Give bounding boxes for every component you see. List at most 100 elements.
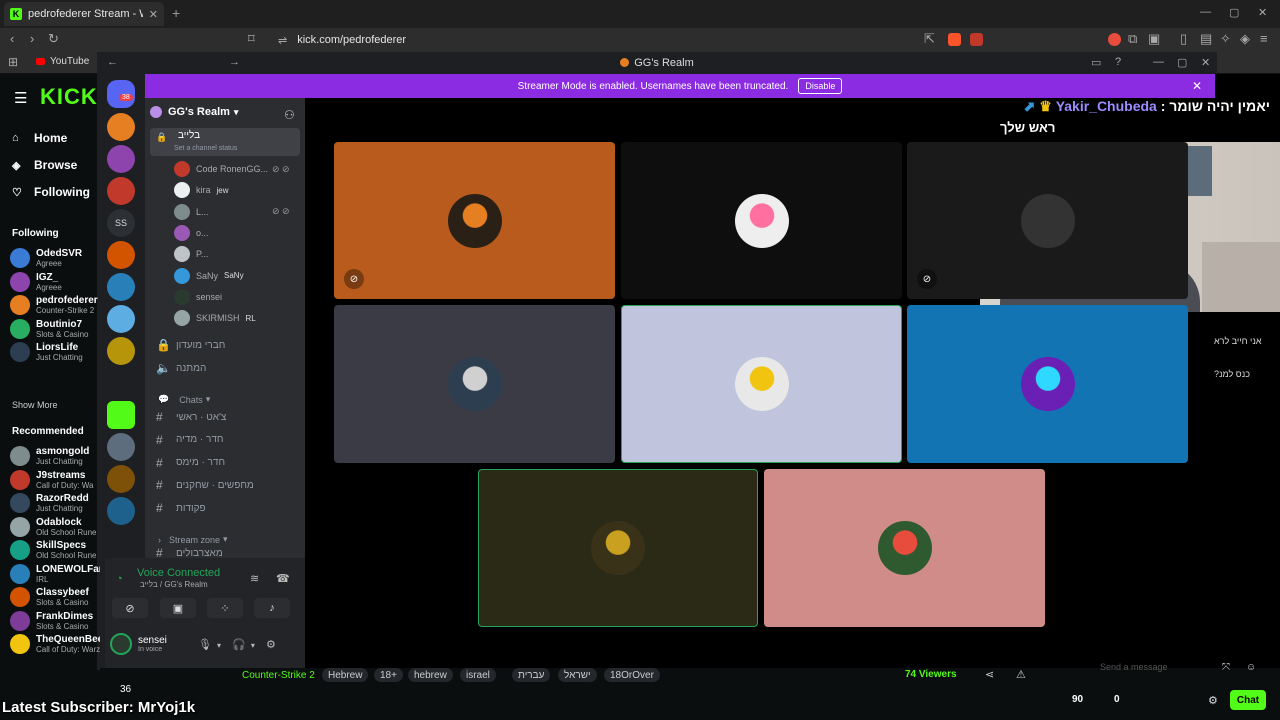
participant-tile[interactable] xyxy=(907,305,1188,463)
forward-icon[interactable]: › xyxy=(30,31,34,46)
new-tab-icon[interactable]: + xyxy=(172,5,180,21)
server-icon[interactable] xyxy=(107,337,135,365)
sidebar-channel[interactable]: IGZ_ Agreee xyxy=(10,271,100,292)
server-icon[interactable] xyxy=(107,305,135,333)
sidebar-channel[interactable]: Boutinio7 Slots & Casino xyxy=(10,318,100,339)
bookmark-icon[interactable]: ⌑ xyxy=(248,31,255,47)
sidebar-channel[interactable]: Odablock Old School Rune xyxy=(10,516,100,537)
stream-tag[interactable]: hebrew xyxy=(408,668,453,682)
text-channel[interactable]: # פקודות xyxy=(150,498,300,518)
voice-user[interactable]: Code RonenGG... ⊘ ⊘ xyxy=(174,159,300,179)
participant-tile[interactable] xyxy=(334,305,615,463)
chat-username[interactable]: Yakir_Chubeda xyxy=(1056,98,1157,114)
voice-channel[interactable]: 🔈 המתנה xyxy=(150,358,300,378)
noise-suppression-icon[interactable]: ≋ xyxy=(250,572,259,585)
active-voice-channel[interactable]: 🔒 בלייב Set a channel status xyxy=(150,128,300,156)
server-icon[interactable] xyxy=(107,273,135,301)
stream-tag[interactable]: ישראל xyxy=(558,668,597,682)
voice-user[interactable]: sensei xyxy=(174,287,300,307)
sidebar-channel[interactable]: Classybeef Slots & Casino xyxy=(10,587,100,607)
server-icon[interactable] xyxy=(107,465,135,493)
server-icon[interactable] xyxy=(107,241,135,269)
address-bar[interactable]: ⇌ kick.com/pedrofederer xyxy=(270,31,990,49)
stream-tag[interactable]: 18+ xyxy=(374,668,403,682)
text-channel[interactable]: # חדר · מדיה xyxy=(150,430,300,450)
text-channel[interactable]: # מחפשים · שחקנים xyxy=(150,475,300,495)
inbox-icon[interactable]: ▭ xyxy=(1091,56,1101,69)
help-icon[interactable]: ? xyxy=(1115,56,1121,68)
close-banner-icon[interactable]: ✕ xyxy=(1192,79,1202,93)
chevron-down-icon[interactable]: ▾ xyxy=(217,641,221,650)
participant-tile[interactable] xyxy=(764,469,1045,627)
brave-shield-icon[interactable] xyxy=(948,33,961,46)
voice-user[interactable]: o... xyxy=(174,223,300,243)
maximize-icon[interactable]: ▢ xyxy=(1229,6,1239,19)
minimize-icon[interactable]: — xyxy=(1200,6,1211,18)
stream-tag[interactable]: עברית xyxy=(512,668,551,682)
disconnect-icon[interactable]: ☎ xyxy=(276,572,290,585)
category-stream-zone[interactable]: › Stream zone ▾ xyxy=(158,534,228,545)
chevron-down-icon[interactable]: ▾ xyxy=(251,641,255,650)
close-window-icon[interactable]: ✕ xyxy=(1258,6,1267,19)
participant-tile[interactable] xyxy=(621,142,902,299)
extension-icon[interactable] xyxy=(1108,33,1121,46)
chat-send-button[interactable]: Chat xyxy=(1230,690,1266,710)
participant-tile[interactable] xyxy=(621,305,902,463)
sidebar-channel[interactable]: FrankDimes Slots & Casino xyxy=(10,610,100,631)
nav-browse[interactable]: ◈ Browse xyxy=(12,158,77,172)
participant-tile[interactable]: ⊘ xyxy=(334,142,615,299)
activities-button[interactable]: ⁘ xyxy=(207,598,243,618)
leo-ai-icon[interactable]: ✧ xyxy=(1220,31,1231,47)
category-chats[interactable]: 💬 Chats ▾ xyxy=(158,394,210,405)
emoji-icon[interactable]: ☺ xyxy=(1246,662,1256,673)
voice-connected-channel[interactable]: בלייב / GG's Realm xyxy=(140,580,208,589)
voice-user[interactable]: kira jew xyxy=(174,180,300,200)
participant-tile[interactable] xyxy=(478,469,758,627)
text-channel[interactable]: # חדר · מימס xyxy=(150,453,300,473)
sidebar-channel[interactable]: pedrofederer Counter-Strike 2 xyxy=(10,295,100,315)
stream-category-link[interactable]: Counter-Strike 2 xyxy=(242,670,315,681)
gift-count[interactable]: 0 xyxy=(1114,694,1120,705)
chat-input[interactable]: Send a message xyxy=(1070,662,1270,678)
command-icon[interactable]: ⤧ xyxy=(1222,662,1230,673)
tab-search-icon[interactable]: ▤ xyxy=(1200,31,1212,47)
channel-status[interactable]: Set a channel status xyxy=(174,145,237,152)
voice-user[interactable]: L... ⊘ ⊘ xyxy=(174,202,300,222)
sidebar-channel[interactable]: RazorRedd Just Chatting xyxy=(10,493,100,513)
server-icon[interactable] xyxy=(107,145,135,173)
wallet-icon[interactable]: ▣ xyxy=(1148,31,1160,47)
channel-points[interactable]: 90 xyxy=(1072,694,1083,705)
text-channel[interactable]: # צ'אט · ראשי xyxy=(150,407,300,427)
discord-close-icon[interactable]: ✕ xyxy=(1201,56,1210,69)
vpn-icon[interactable]: ◈ xyxy=(1240,31,1250,47)
sidebar-channel[interactable]: J9streams Call of Duty: Wa xyxy=(10,469,100,490)
discord-maximize-icon[interactable]: ▢ xyxy=(1177,56,1187,69)
disable-streamer-mode-button[interactable]: Disable xyxy=(798,78,843,94)
screen-share-button[interactable]: ▣ xyxy=(160,598,196,618)
browser-tab[interactable]: K pedrofederer Stream - Watch Li ✕ xyxy=(4,2,164,26)
extensions-puzzle-icon[interactable]: ⧉ xyxy=(1128,31,1137,47)
hamburger-menu-icon[interactable]: ☰ xyxy=(14,89,27,107)
stream-tag[interactable]: 18OrOver xyxy=(604,668,660,682)
add-member-icon[interactable]: ⚇ xyxy=(284,108,295,122)
back-icon[interactable]: ‹ xyxy=(10,31,14,46)
site-info-icon[interactable]: ⇌ xyxy=(278,34,287,47)
report-icon[interactable]: ⚠ xyxy=(1016,668,1026,681)
voice-connected-label[interactable]: Voice Connected xyxy=(137,567,220,579)
headphones-icon[interactable]: 🎧 xyxy=(232,639,246,651)
share-icon[interactable]: ⋖ xyxy=(985,668,994,681)
participant-tile[interactable]: ⊘ xyxy=(907,142,1188,299)
sidebar-channel[interactable]: asmongold Just Chatting xyxy=(10,446,100,466)
sidebar-channel[interactable]: OdedSVR Agreee xyxy=(10,248,100,268)
tab-close-icon[interactable]: ✕ xyxy=(149,8,158,21)
stream-tag[interactable]: Hebrew xyxy=(322,668,369,682)
sidebar-channel[interactable]: LiorsLife Just Chatting xyxy=(10,342,100,362)
voice-user[interactable]: P... xyxy=(174,244,300,264)
stream-tag[interactable]: israel xyxy=(460,668,496,682)
reload-icon[interactable]: ↻ xyxy=(48,31,59,47)
server-icon[interactable] xyxy=(107,113,135,141)
server-icon[interactable] xyxy=(107,433,135,461)
show-more-link[interactable]: Show More xyxy=(12,400,58,410)
nav-home[interactable]: ⌂ Home xyxy=(12,131,67,145)
settings-gear-icon[interactable]: ⚙ xyxy=(266,639,276,651)
